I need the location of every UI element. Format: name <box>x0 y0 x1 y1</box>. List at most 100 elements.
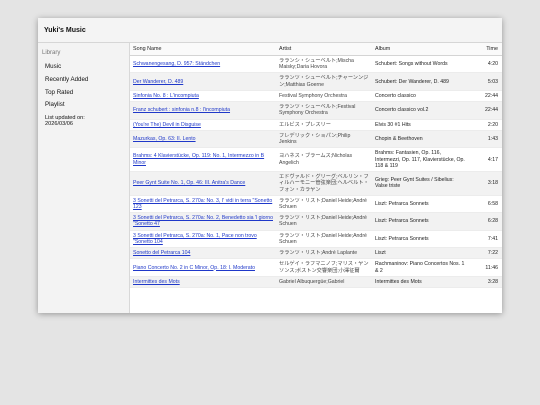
song-cell: Schwanengesang, D. 957: Ständchen <box>130 55 276 74</box>
album-cell: Chopin & Beethoven <box>372 130 468 149</box>
song-name-link[interactable]: Franz schubert : sinfonia n.8 : l'incomp… <box>133 107 230 113</box>
duration-cell: 3:18 <box>468 171 502 196</box>
album-cell: Liszt <box>372 247 468 260</box>
song-name-link[interactable]: Brahms: 4 Klavierstücke, Op. 119: No. 1,… <box>133 153 264 165</box>
table-row[interactable]: Sinfonia No. 8 : L'incompiuta Festival Sy… <box>130 90 502 103</box>
duration-cell: 22:44 <box>468 101 502 120</box>
artist-cell: ラランツ・シューベルト;チャーンンジン;Matthias Goerne <box>276 72 372 91</box>
song-name-link[interactable]: Mazurkas, Op. 63: II. Lento <box>133 136 196 142</box>
sidebar: Library Music Recently Added Top Rated P… <box>38 43 130 313</box>
artist-cell: フレデリック・ショパン;Philip Jenkins <box>276 130 372 149</box>
song-name-link[interactable]: Piano Concerto No. 2 in C Minor, Op. 18:… <box>133 265 255 271</box>
album-cell: Concerto classico <box>372 90 468 103</box>
column-header-song[interactable]: Song Name <box>130 43 276 56</box>
song-cell: Piano Concerto No. 2 in C Minor, Op. 18:… <box>130 258 276 277</box>
table-row[interactable]: Sonetto del Petrarca 104 ラランツ・リスト;André L… <box>130 247 502 260</box>
album-cell: Grieg: Peer Gynt Suites / Sibelius: Vals… <box>372 171 468 196</box>
duration-cell: 11:46 <box>468 258 502 277</box>
album-cell: Schubert: Der Wanderer, D. 489 <box>372 72 468 91</box>
song-cell: (You're The) Devil in Disguise <box>130 119 276 131</box>
sidebar-item-music[interactable]: Music <box>38 61 129 74</box>
song-cell: Franz schubert : sinfonia n.8 : l'incomp… <box>130 101 276 120</box>
song-cell: Brahms: 4 Klavierstücke, Op. 119: No. 1,… <box>130 147 276 173</box>
artist-cell: ラランツ・リスト;André Laplante <box>276 247 372 260</box>
album-cell: Brahms: Fantasien, Op. 116, Intermezzi, … <box>372 147 468 173</box>
artist-cell: ラランシ・シューベルト;Mischa Maisky;Daria Hovora <box>276 55 372 74</box>
artist-cell: ラランツ・リスト;Daniel Heide;André Schuen <box>276 212 372 231</box>
table-row[interactable]: Brahms: 4 Klavierstücke, Op. 119: No. 1,… <box>130 147 502 173</box>
song-name-link[interactable]: 3 Sonetti del Petrarca, S. 270a: No. 1, … <box>133 233 257 245</box>
table-row[interactable]: (You're The) Devil in Disguise エルビス・プレスリー… <box>130 119 502 131</box>
table-row[interactable]: Franz schubert : sinfonia n.8 : l'incomp… <box>130 101 502 120</box>
table-row[interactable]: Schwanengesang, D. 957: Ständchen ラランシ・シュ… <box>130 55 502 74</box>
artist-cell: Festival Symphony Orchestra <box>276 90 372 103</box>
song-cell: Der Wanderer, D. 489 <box>130 72 276 91</box>
duration-cell: 6:28 <box>468 212 502 231</box>
duration-cell: 5:03 <box>468 72 502 91</box>
artist-cell: エルビス・プレスリー <box>276 119 372 131</box>
song-cell: Sonetto del Petrarca 104 <box>130 247 276 260</box>
artist-cell: ヨハネス・ブラームス;Nicholas Angelich <box>276 147 372 173</box>
duration-cell: 7:22 <box>468 247 502 260</box>
song-name-link[interactable]: Schwanengesang, D. 957: Ständchen <box>133 61 220 67</box>
song-list: Song Name Artist Album Time Schwanengesa… <box>130 43 502 313</box>
title-bar: Yuki's Music <box>38 18 502 43</box>
list-updated-info: List updated on: 2026/03/06 <box>45 115 85 128</box>
song-name-link[interactable]: Intermittes des Mots <box>133 279 180 285</box>
duration-cell: 1:43 <box>468 130 502 149</box>
song-name-link[interactable]: Sinfonia No. 8 : L'incompiuta <box>133 93 199 99</box>
table-row[interactable]: 3 Sonetti del Petrarca, S. 270a: No. 2, … <box>130 212 502 231</box>
song-name-link[interactable]: (You're The) Devil in Disguise <box>133 122 201 128</box>
album-cell: Rachmaninov: Piano Concertos Nos. 1 & 2 <box>372 258 468 277</box>
song-name-link[interactable]: Sonetto del Petrarca 104 <box>133 250 190 256</box>
album-cell: Elvis 30 #1 Hits <box>372 119 468 131</box>
album-cell: Concerto classico vol.2 <box>372 101 468 120</box>
app-title: Yuki's Music <box>44 26 86 34</box>
song-cell: Intermittes des Mots <box>130 276 276 289</box>
column-header-artist[interactable]: Artist <box>276 43 372 56</box>
song-name-link[interactable]: 3 Sonetti del Petrarca, S. 270a: No. 2, … <box>133 215 273 227</box>
song-cell: Mazurkas, Op. 63: II. Lento <box>130 130 276 149</box>
album-cell: Liszt: Petrarca Sonnets <box>372 195 468 214</box>
artist-cell: エドヴァルド・グリーグ;ベルリン・フィルハーモニー管弦楽団;ヘルベルト・フォン・… <box>276 171 372 196</box>
duration-cell: 4:17 <box>468 147 502 173</box>
album-cell: Intermittes des Mots <box>372 276 468 289</box>
duration-cell: 3:28 <box>468 276 502 289</box>
song-name-link[interactable]: Peer Gynt Suite No. 1, Op. 46: III. Anit… <box>133 180 245 186</box>
artist-cell: セルゲイ・ラフマニノフ;マリス・ヤンソンス;ボストン交響楽団;小澤征爾 <box>276 258 372 277</box>
song-table: Song Name Artist Album Time Schwanengesa… <box>130 43 502 289</box>
song-name-link[interactable]: 3 Sonetti del Petrarca, S. 270a: No. 3, … <box>133 198 272 210</box>
duration-cell: 4:20 <box>468 55 502 74</box>
artist-cell: ラランツ・リスト;Daniel Heide;André Schuen <box>276 195 372 214</box>
album-cell: Schubert: Songs without Words <box>372 55 468 74</box>
song-cell: 3 Sonetti del Petrarca, S. 270a: No. 3, … <box>130 195 276 214</box>
column-header-album[interactable]: Album <box>372 43 468 56</box>
album-cell: Liszt: Petrarca Sonnets <box>372 230 468 249</box>
song-name-link[interactable]: Der Wanderer, D. 489 <box>133 79 183 85</box>
table-row[interactable]: 3 Sonetti del Petrarca, S. 270a: No. 1, … <box>130 230 502 249</box>
duration-cell: 22:44 <box>468 90 502 103</box>
table-header-row: Song Name Artist Album Time <box>130 43 502 56</box>
sidebar-item-playlist[interactable]: Playlist <box>38 99 129 112</box>
song-cell: Sinfonia No. 8 : L'incompiuta <box>130 90 276 103</box>
song-cell: Peer Gynt Suite No. 1, Op. 46: III. Anit… <box>130 171 276 196</box>
artist-cell: ラランツ・シューベルト;Festival Symphony Orchestra <box>276 101 372 120</box>
album-cell: Liszt: Petrarca Sonnets <box>372 212 468 231</box>
table-row[interactable]: Peer Gynt Suite No. 1, Op. 46: III. Anit… <box>130 171 502 196</box>
music-app-window: Yuki's Music Library Music Recently Adde… <box>38 18 502 313</box>
sidebar-heading: Library <box>42 50 61 56</box>
table-row[interactable]: Intermittes des Mots Gabriel Albuquergüe;… <box>130 276 502 289</box>
table-row[interactable]: 3 Sonetti del Petrarca, S. 270a: No. 3, … <box>130 195 502 214</box>
column-header-time[interactable]: Time <box>468 43 502 56</box>
song-cell: 3 Sonetti del Petrarca, S. 270a: No. 2, … <box>130 212 276 231</box>
sidebar-item-top-rated[interactable]: Top Rated <box>38 87 129 100</box>
table-row[interactable]: Mazurkas, Op. 63: II. Lento フレデリック・ショパン;P… <box>130 130 502 149</box>
artist-cell: ラランツ・リスト;Daniel Heide;André Schuen <box>276 230 372 249</box>
table-row[interactable]: Der Wanderer, D. 489 ラランツ・シューベルト;チャーンンジン;… <box>130 72 502 91</box>
song-cell: 3 Sonetti del Petrarca, S. 270a: No. 1, … <box>130 230 276 249</box>
duration-cell: 2:20 <box>468 119 502 131</box>
sidebar-item-recently-added[interactable]: Recently Added <box>38 74 129 87</box>
duration-cell: 7:41 <box>468 230 502 249</box>
table-row[interactable]: Piano Concerto No. 2 in C Minor, Op. 18:… <box>130 258 502 277</box>
duration-cell: 6:58 <box>468 195 502 214</box>
